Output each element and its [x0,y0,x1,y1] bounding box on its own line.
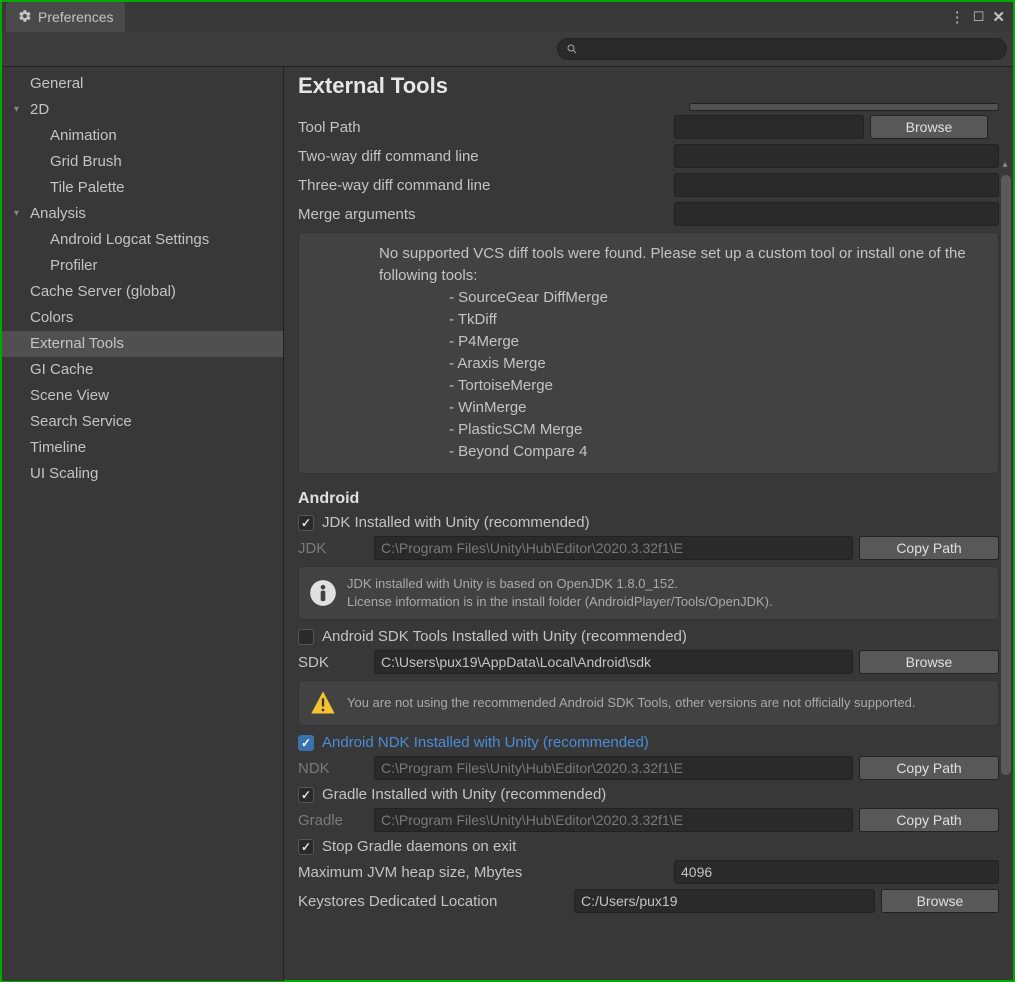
sidebar-item-tile-palette[interactable]: Tile Palette [2,175,283,201]
merge-args-input[interactable] [674,202,999,226]
merge-args-label: Merge arguments [298,206,668,223]
vcs-tool-item: - P4Merge [379,331,984,353]
jdk-notice-line1: JDK installed with Unity is based on Ope… [347,575,773,593]
sidebar-item-gi-cache[interactable]: GI Cache [2,357,283,383]
vcs-tool-item: - PlasticSCM Merge [379,419,984,441]
vcs-notice-text: No supported VCS diff tools were found. … [379,243,984,287]
ndk-checkbox[interactable] [298,735,314,751]
sidebar-item-external-tools[interactable]: External Tools [2,331,283,357]
scrollbar[interactable]: ▴ [1001,175,1011,981]
sdk-checkbox-label: Android SDK Tools Installed with Unity (… [322,628,687,645]
sidebar: General 2D Animation Grid Brush Tile Pal… [2,67,284,981]
sidebar-item-android-logcat[interactable]: Android Logcat Settings [2,227,283,253]
scroll-thumb[interactable] [1001,175,1011,775]
sdk-warning-box: You are not using the recommended Androi… [298,680,999,726]
vcs-tool-item: - TortoiseMerge [379,375,984,397]
stop-gradle-label: Stop Gradle daemons on exit [322,838,516,855]
scroll-up-icon[interactable]: ▴ [999,159,1011,171]
keystore-label: Keystores Dedicated Location [298,893,568,910]
warning-icon [309,689,337,717]
sdk-label: SDK [298,654,368,671]
tab-title: Preferences [38,9,113,25]
search-input[interactable] [557,38,1007,60]
sidebar-item-cache-server[interactable]: Cache Server (global) [2,279,283,305]
sdk-warning-text: You are not using the recommended Androi… [347,694,916,712]
sdk-browse-button[interactable]: Browse [859,650,999,674]
preferences-tab[interactable]: Preferences [6,2,125,32]
three-way-input[interactable] [674,173,999,197]
dropdown-cut[interactable] [689,103,999,111]
vcs-tool-item: - TkDiff [379,309,984,331]
sidebar-item-general[interactable]: General [2,71,283,97]
sidebar-item-scene-view[interactable]: Scene View [2,383,283,409]
gradle-path-input [374,808,853,832]
gradle-checkbox[interactable] [298,787,314,803]
sidebar-item-colors[interactable]: Colors [2,305,283,331]
kebab-menu-icon[interactable]: ⋮ [950,8,965,26]
sidebar-item-analysis[interactable]: Analysis [2,201,283,227]
ndk-path-input [374,756,853,780]
content-panel: External Tools Tool Path Browse Two-way … [284,67,1013,981]
vcs-tool-item: - SourceGear DiffMerge [379,287,984,309]
vcs-tool-item: - Beyond Compare 4 [379,441,984,463]
jdk-label: JDK [298,540,368,557]
jdk-path-input [374,536,853,560]
jdk-copy-path-button[interactable]: Copy Path [859,536,999,560]
keystore-input[interactable] [574,889,875,913]
ndk-copy-path-button[interactable]: Copy Path [859,756,999,780]
sidebar-item-timeline[interactable]: Timeline [2,435,283,461]
jdk-notice-line2: License information is in the install fo… [347,593,773,611]
gradle-copy-path-button[interactable]: Copy Path [859,808,999,832]
vcs-tool-item: - WinMerge [379,397,984,419]
ndk-checkbox-label: Android NDK Installed with Unity (recomm… [322,734,649,751]
jdk-checkbox-label: JDK Installed with Unity (recommended) [322,514,590,531]
sidebar-item-ui-scaling[interactable]: UI Scaling [2,461,283,487]
close-icon[interactable]: ✕ [992,8,1005,26]
search-icon [566,43,578,55]
two-way-label: Two-way diff command line [298,148,668,165]
sdk-checkbox[interactable] [298,629,314,645]
page-title: External Tools [298,73,999,99]
titlebar: Preferences ⋮ ☐ ✕ [2,2,1013,32]
maximize-icon[interactable]: ☐ [973,9,985,25]
vcs-notice-box: No supported VCS diff tools were found. … [298,232,999,474]
vcs-tool-item: - Araxis Merge [379,353,984,375]
jvm-heap-label: Maximum JVM heap size, Mbytes [298,864,668,881]
gradle-checkbox-label: Gradle Installed with Unity (recommended… [322,786,606,803]
jdk-notice-box: JDK installed with Unity is based on Ope… [298,566,999,620]
info-icon [309,579,337,607]
jvm-heap-input[interactable] [674,860,999,884]
two-way-input[interactable] [674,144,999,168]
gradle-label: Gradle [298,812,368,829]
sidebar-item-profiler[interactable]: Profiler [2,253,283,279]
gear-icon [18,9,32,26]
ndk-label: NDK [298,760,368,777]
sidebar-item-search-service[interactable]: Search Service [2,409,283,435]
three-way-label: Three-way diff command line [298,177,668,194]
sdk-path-input[interactable] [374,650,853,674]
sidebar-item-grid-brush[interactable]: Grid Brush [2,149,283,175]
sidebar-item-animation[interactable]: Animation [2,123,283,149]
stop-gradle-checkbox[interactable] [298,839,314,855]
sidebar-item-2d[interactable]: 2D [2,97,283,123]
android-header: Android [298,490,999,508]
keystore-browse-button[interactable]: Browse [881,889,999,913]
tool-path-label: Tool Path [298,119,668,136]
searchbar-row [2,32,1013,67]
tool-path-input[interactable] [674,115,864,139]
jdk-checkbox[interactable] [298,515,314,531]
browse-button[interactable]: Browse [870,115,988,139]
